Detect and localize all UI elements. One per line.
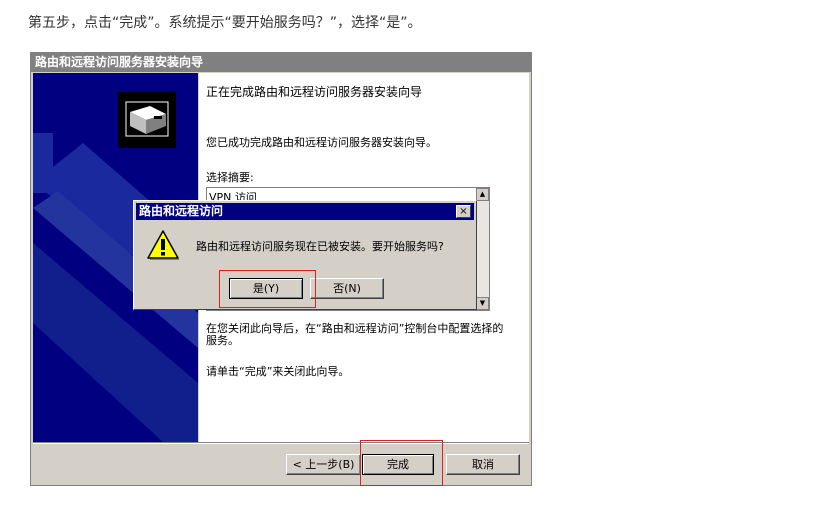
- button-area-divider: [33, 442, 529, 444]
- cancel-button[interactable]: 取消: [446, 454, 520, 475]
- scroll-up-icon[interactable]: ▲: [476, 188, 489, 201]
- finish-instructions: 请单击“完成”来关闭此向导。: [206, 365, 350, 378]
- summary-label: 选择摘要:: [206, 171, 254, 184]
- finish-button-highlight: [360, 440, 443, 486]
- post-close-instructions: 在您关闭此向导后，在“路由和远程访问”控制台中配置选择的服务。: [206, 322, 504, 347]
- yes-button-highlight: [219, 270, 316, 308]
- scroll-down-icon[interactable]: ▼: [476, 297, 489, 310]
- summary-scrollbar[interactable]: ▲ ▼: [476, 188, 489, 310]
- no-button[interactable]: 否(N): [310, 278, 384, 299]
- wizard-title-bar: 路由和远程访问服务器安装向导: [31, 53, 531, 72]
- warning-icon: [147, 230, 179, 260]
- dialog-message: 路由和远程访问服务现在已被安装。要开始服务吗?: [196, 240, 444, 253]
- dialog-title-bar: 路由和远程访问 ×: [136, 203, 474, 220]
- wizard-heading: 正在完成路由和远程访问服务器安装向导: [206, 85, 423, 99]
- completion-message: 您已成功完成路由和远程访问服务器安装向导。: [206, 136, 437, 149]
- wizard-computer-icon: [118, 92, 176, 148]
- close-icon[interactable]: ×: [456, 205, 471, 218]
- step-caption: 第五步，点击“完成”。系统提示“要开始服务吗？”，选择“是”。: [28, 15, 422, 31]
- back-button[interactable]: < 上一步(B): [286, 454, 361, 475]
- dialog-title: 路由和远程访问: [139, 204, 224, 218]
